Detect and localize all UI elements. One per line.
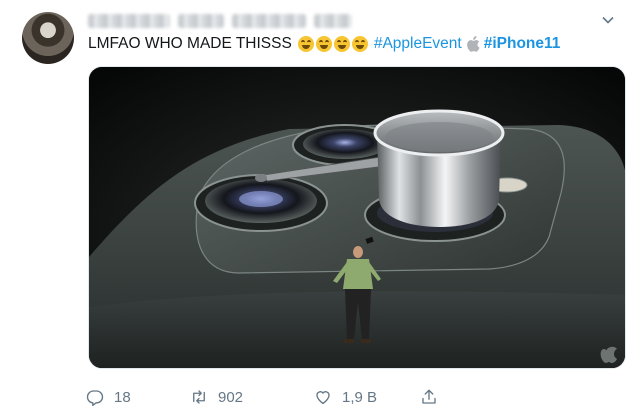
author-name-blurred[interactable]	[88, 10, 352, 32]
retweet-count: 902	[218, 388, 244, 406]
blurred-timestamp	[314, 14, 352, 28]
hashtag-apple-event[interactable]: #AppleEvent	[374, 34, 462, 54]
reply-count: 18	[114, 388, 131, 406]
hashtag-iphone11[interactable]: #iPhone11	[484, 34, 561, 54]
like-count: 1,9 B	[342, 388, 378, 406]
chevron-down-icon[interactable]	[602, 14, 614, 26]
tweet-action-bar: 18 902 1,9 B	[86, 382, 438, 412]
share-icon	[422, 389, 436, 404]
avatar[interactable]	[22, 12, 74, 64]
retweet-icon	[193, 390, 205, 404]
blurred-handle-part	[178, 14, 224, 28]
laughing-emoji-icon	[333, 36, 350, 52]
blurred-display-name	[88, 14, 170, 28]
share-button[interactable]	[420, 388, 438, 406]
apple-logo-icon	[466, 36, 480, 52]
reply-icon	[86, 390, 104, 406]
laughing-emoji-icon	[315, 36, 332, 52]
tweet-text: LMFAO WHO MADE THISSS #AppleEvent #iPhon…	[88, 34, 560, 54]
iphone-camera-pot-meme-image	[89, 67, 625, 368]
reply-button[interactable]: 18	[86, 388, 190, 406]
heart-icon	[316, 391, 330, 405]
laughing-emoji-icon	[297, 36, 314, 52]
laughing-emoji-icon	[351, 36, 368, 52]
tweet-body-text: LMFAO WHO MADE THISSS	[88, 35, 292, 52]
tweet-card[interactable]: LMFAO WHO MADE THISSS #AppleEvent #iPhon…	[0, 0, 640, 420]
tweet-media-image[interactable]	[88, 66, 626, 369]
retweet-button[interactable]: 902	[190, 388, 314, 406]
blurred-handle	[232, 14, 306, 28]
like-button[interactable]: 1,9 B	[314, 388, 420, 406]
